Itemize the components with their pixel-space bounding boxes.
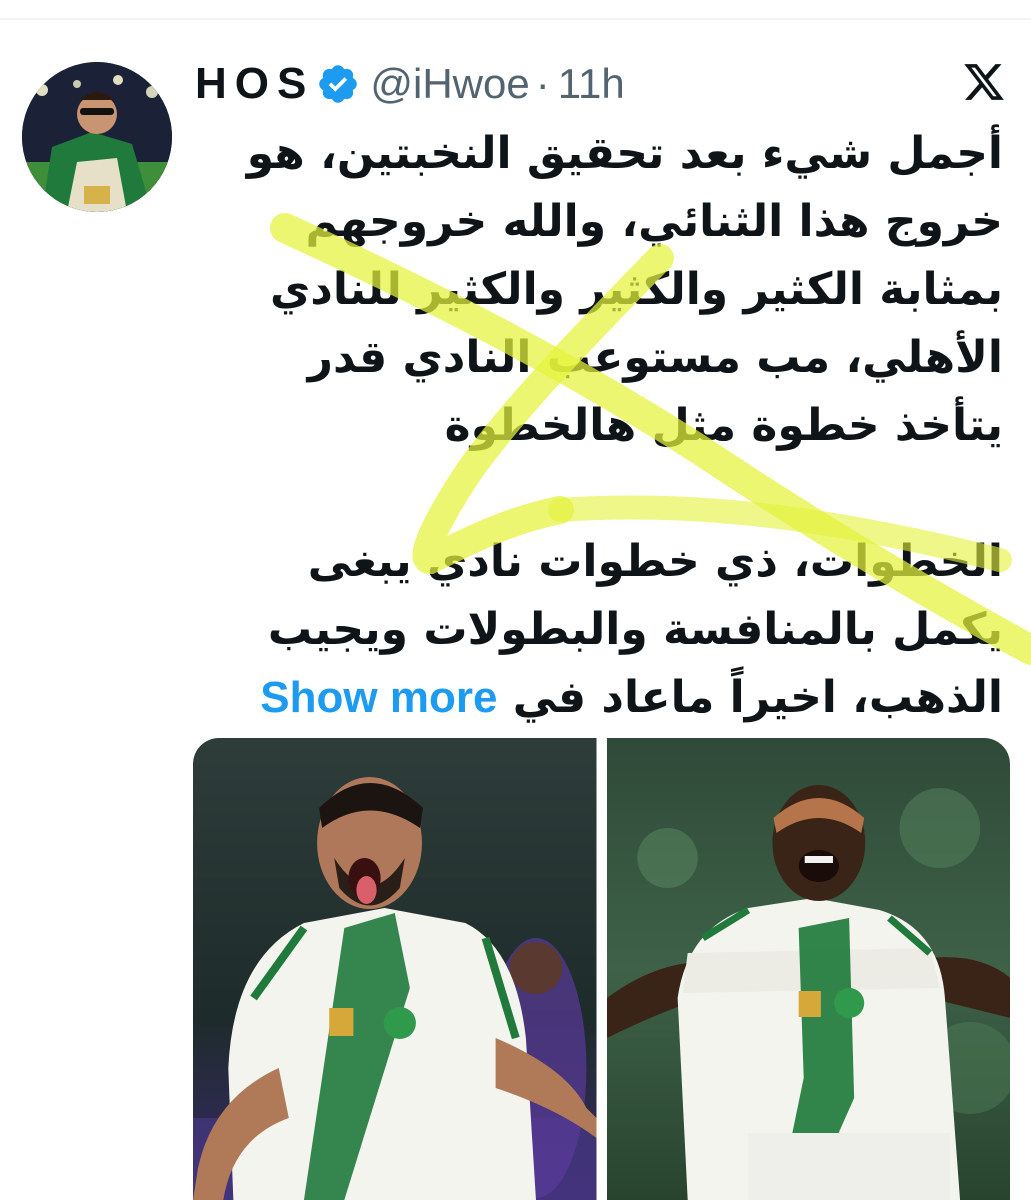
timestamp[interactable]: 11h — [558, 60, 625, 108]
user-handle[interactable]: @iHwoe — [370, 60, 529, 108]
tweet-text-line: أجمل شيء بعد تحقيق النخبتين، هو — [246, 128, 1003, 179]
avatar-image — [22, 62, 172, 212]
media-image-right[interactable] — [606, 738, 1010, 1200]
tweet-text-last-line: الذهب، اخيراً ماعاد في Show more — [203, 664, 1003, 732]
show-more-link[interactable]: Show more — [260, 673, 497, 722]
avatar[interactable] — [22, 62, 172, 212]
tweet-text-line: يتأخذ خطوة مثل هالخطوة — [444, 400, 1003, 451]
verified-badge-icon — [316, 62, 360, 106]
display-name[interactable]: HOS — [195, 59, 314, 109]
media-image-left[interactable] — [193, 738, 597, 1200]
tweet-text: أجمل شيء بعد تحقيق النخبتين، هو خروج هذا… — [203, 120, 1003, 732]
tweet-header: HOS @iHwoe · 11h — [195, 55, 625, 113]
tweet-text-line: خروج هذا الثنائي، والله خروجهم — [305, 196, 1003, 247]
top-divider — [0, 18, 1031, 20]
tweet-text-line: بمثابة الكثير والكثير والكثير للنادي — [269, 264, 1003, 315]
media-grid — [193, 738, 1010, 1200]
separator-dot: · — [535, 60, 550, 107]
tweet-text-line: الخطوات، ذي خطوات نادي يبغى — [307, 536, 1003, 587]
tweet-text-line: الأهلي، مب مستوعب النادي قدر — [307, 332, 1003, 383]
x-logo-icon[interactable] — [962, 60, 1006, 104]
tweet-text-line: يكمل بالمنافسة والبطولات ويجيب — [267, 604, 1003, 655]
tweet-text-line: الذهب، اخيراً ماعاد في — [512, 672, 1003, 723]
